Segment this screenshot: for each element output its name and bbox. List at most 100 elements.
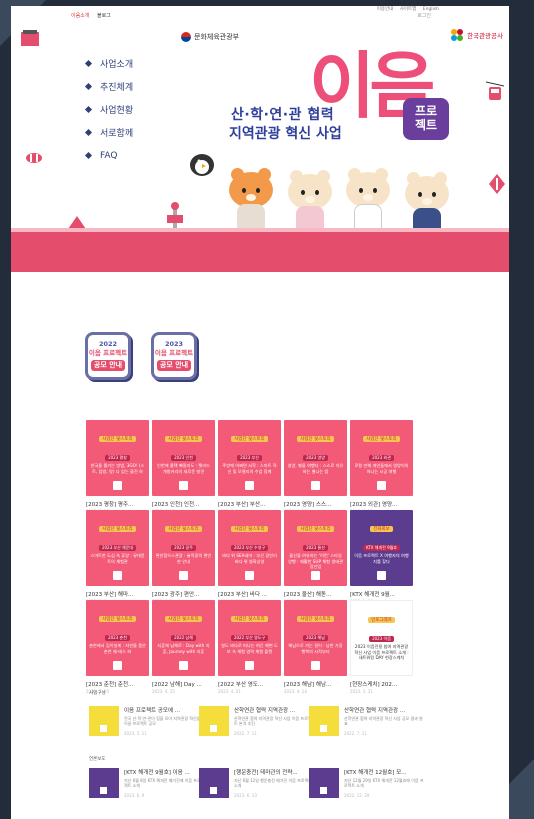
- promo-year: 2022: [98, 340, 118, 348]
- card-tag: 사업단 뒷스토리: [99, 616, 136, 622]
- login-link[interactable]: 로그인: [417, 12, 431, 19]
- card-date: 2023. 4. 25: [152, 689, 175, 694]
- story-card[interactable]: 사업단 뒷스토리 2023 광주 편안함으스관광 : 슐적광의 편안한 안내 […: [152, 510, 215, 604]
- card-year: 2023 영양: [303, 455, 328, 461]
- story-card[interactable]: 사업단 뒷스토리 2023 평창 한국을 즐기는 방법, 3GO! (스트, 탐…: [86, 420, 149, 514]
- news-item[interactable]: [KTX 해개전 12월호] 모... 지난 12월 29일 KTX 해개전 1…: [309, 768, 424, 798]
- nav-label: 추진체계: [100, 83, 134, 93]
- card-tag: 사업단 뒷스토리: [165, 526, 202, 532]
- card-title: [2023 춘천] 춘천...: [86, 682, 134, 688]
- story-card[interactable]: 사업단 뒷스토리 2023 춘천 춘천에서 김이실게 : 자연을 품은 춘천 쉐…: [86, 600, 149, 694]
- card-tag: 사업단 뒷스토리: [231, 616, 268, 622]
- story-card[interactable]: 사업단 뒷스토리 2023 외관 로컬 만해 개인들에서 영양이의 하나는 시공…: [350, 420, 413, 514]
- card-thumbnail: 사업단 뒷스토리 2023 광주 편안함으스관광 : 슐적광의 편안한 안내: [152, 510, 215, 586]
- story-card[interactable]: 전화회보 KTX 해개전 9월호 이음 프로젝트 X 여행자의 여행지를 찾다 …: [350, 510, 413, 604]
- lantern-icon: [489, 174, 505, 194]
- nav-item-about[interactable]: 사업소개: [84, 52, 133, 75]
- news-item[interactable]: 이음 프로젝트 공모에 ... 전국 산·학·연·관이 힘을 모아 지역관광 혁…: [89, 706, 204, 736]
- kto-logo[interactable]: 한국관광공사: [450, 28, 503, 42]
- nav-label: FAQ: [100, 150, 118, 161]
- card-square: [179, 661, 188, 670]
- card-title: [2022 부산 영도...: [218, 682, 264, 688]
- news-desc: 지난 6월 12일 행운충전 매거진 이음 프로젝트 소개: [234, 778, 312, 788]
- story-card[interactable]: 사업단 뒷스토리 2022 남해 지혼에 남해로 : Day with 지혼, …: [152, 600, 215, 694]
- card-desc: 해남으로 가는 걸어 : 남한 가장 행복의 시작부터: [288, 643, 343, 654]
- card-square: [113, 481, 122, 490]
- nav-item-faq[interactable]: FAQ: [84, 144, 133, 167]
- card-tag: 인포그래프: [368, 617, 395, 623]
- news-thumbnail: [309, 768, 339, 798]
- news-desc: 산학연관 협력 지역관광 혁신 사업 이음 프로젝트 본격 추진: [234, 716, 312, 726]
- card-thumbnail: 전화회보 KTX 해개전 9월호 이음 프로젝트 X 여행자의 여행지를 찾다: [350, 510, 413, 586]
- tiger-mascot: [229, 168, 273, 234]
- card-year: 2022 부산 영도구: [230, 635, 269, 641]
- news-item[interactable]: 산학연관 협력 지역관광 ... 산학연관 협력 지역관광 혁신 사업 공모 결…: [309, 706, 424, 736]
- project-badge: 프로 젝트: [403, 98, 449, 140]
- card-date: 2023. 3. 31: [350, 689, 373, 694]
- card-square: [113, 571, 122, 580]
- screenshot-frame: 이음소개 블로그 이용안내 사이트맵 English 로그인 문화체육관광부 한…: [0, 0, 534, 819]
- card-desc: 편안함으스관광 : 슐적광의 편안한 안내: [155, 553, 212, 564]
- card-title: [2023 울산] 해돋...: [284, 592, 332, 598]
- card-square: [245, 481, 254, 490]
- util-link[interactable]: 사이트맵: [400, 7, 417, 12]
- news-date: 2023. 5. 11: [124, 731, 147, 736]
- story-card[interactable]: 사업단 뒷스토리 2023 부산 주방에 어쩌면 서학 : 스마트 혁신 및 모…: [218, 420, 281, 514]
- promo-2022[interactable]: 2022 이음 프로젝트 공모 안내: [85, 332, 131, 380]
- news-text: [KTX 해개전 12월호] 모... 지난 12월 29일 KTX 해개전 1…: [344, 768, 424, 798]
- promo-name: 이음 프로젝트: [154, 349, 194, 357]
- news-item[interactable]: [행운충전] 테마관의 전략... 지난 6월 12일 행운충전 매거진 이음 …: [199, 768, 314, 798]
- ministry-logo[interactable]: 문화체육관광부: [181, 32, 239, 42]
- top-link-blog[interactable]: 블로그: [97, 13, 111, 19]
- card-tag: 사업단 뒷스토리: [165, 436, 202, 442]
- card-thumbnail: 사업단 뒷스토리 2023 부산 수영구 바다 위 SEA네마 : 부산 광안리…: [218, 510, 281, 586]
- card-square: [245, 571, 254, 580]
- news-desc: 전국 산·학·연·관이 힘을 모아 지역관광 혁신을 이끌 프로젝트 공모: [124, 716, 201, 726]
- news-title: [KTX 해개전 12월호] 모...: [344, 770, 407, 776]
- card-year: 2023 부산 수영구: [230, 545, 269, 551]
- news-title: 산학연관 협력 지역관광 ...: [344, 708, 406, 714]
- story-card[interactable]: 사업단 뒷스토리 2022 부산 영도구 영도 바다로 떠나는 여긴 해변 도보…: [218, 600, 281, 694]
- cable-car-icon: [486, 81, 504, 100]
- promo-2023[interactable]: 2023 이음 프로젝트 공모 안내: [151, 332, 197, 380]
- nav-item-system[interactable]: 추진체계: [84, 75, 134, 98]
- card-date: 2023. 4. 21: [218, 689, 241, 694]
- card-thumbnail: 사업단 뒷스토리 2023 평창 한국을 즐기는 방법, 3GO! (스트, 탐…: [86, 420, 149, 496]
- nav-item-together[interactable]: 서로함께: [84, 121, 133, 144]
- news-title: 이음 프로젝트 공모에 ...: [124, 708, 181, 714]
- news-item[interactable]: 산학연관 협력 지역관광 ... 산학연관 협력 지역관광 혁신 사업 이음 프…: [199, 706, 314, 736]
- story-card[interactable]: 사업단 뒷스토리 2023 부산 수영구 바다 위 SEA네마 : 부산 광안리…: [218, 510, 281, 604]
- promo-label: 공모 안내: [157, 360, 191, 371]
- top-link-about[interactable]: 이음소개: [71, 13, 89, 19]
- news-title: [KTX 해개전 9월호] 이음 ...: [124, 770, 190, 776]
- card-square: [179, 481, 188, 490]
- card-year: 2023 이음: [369, 636, 394, 642]
- story-card[interactable]: 사업단 뒷스토리 2023 인천 인천에 콜택 빠질지도 : 펫러드 개항커리의…: [152, 420, 215, 514]
- util-link[interactable]: 이용안내: [377, 7, 394, 12]
- hero-band: [11, 228, 509, 272]
- card-thumbnail: 사업단 뒷스토리 2022 남해 지혼에 남해로 : Day with 지혼, …: [152, 600, 215, 676]
- card-square: [377, 481, 386, 490]
- card-tag: 사업단 뒷스토리: [99, 526, 136, 532]
- card-year: 2023 부산 해운대: [98, 545, 137, 551]
- card-year: KTX 해개전 9월호: [363, 545, 400, 551]
- story-card[interactable]: 사업단 뒷스토리 2023 울산 울산을 여유하는 '이런' 스타일 양행 : …: [284, 510, 347, 604]
- news-date: 2022. 7. 11: [234, 731, 257, 736]
- candy-icon: [26, 153, 42, 163]
- bullet-icon: [84, 82, 93, 91]
- card-thumbnail: 사업단 뒷스토리 2023 춘천 춘천에서 김이실게 : 자연을 품은 춘천 쉐…: [86, 600, 149, 676]
- story-card[interactable]: 사업단 뒷스토리 2023 영양 영양, 별을 여행다 : 스스로 치유하는 별…: [284, 420, 347, 514]
- card-thumbnail: 사업단 뒷스토리 2023 부산 주방에 어쩌면 서학 : 스마트 혁신 및 모…: [218, 420, 281, 496]
- card-thumbnail: 사업단 뒷스토리 2023 인천 인천에 콜택 빠질지도 : 펫러드 개항커리의…: [152, 420, 215, 496]
- card-desc: 지혼에 남해로 : Day with 지혼, Journey with 지혼: [157, 643, 210, 654]
- story-card[interactable]: 사업단 뒷스토리 2023 부산 해운대 스마트한 도심 속 휴양 : 뮤대윤트…: [86, 510, 149, 604]
- card-desc: 바다 위 SEA네마 : 부산 광안리 바다 위 영화상영: [222, 553, 277, 564]
- kto-name: 한국관광공사: [467, 32, 503, 40]
- story-card[interactable]: 사업단 뒷스토리 2023 해남 해남으로 가는 걸어 : 남한 가장 행복의 …: [284, 600, 347, 694]
- news-item[interactable]: [KTX 해개전 9월호] 이음 ... 지난 6월 8일 KTX 해개전 매거…: [89, 768, 204, 798]
- story-card[interactable]: 인포그래프 2023 이음 2023 이음전용 참여 지역관광 혁신 사업 이음…: [350, 600, 413, 694]
- bullet-icon: [84, 59, 93, 68]
- nav-item-status[interactable]: 사업현황: [84, 98, 133, 121]
- card-tag: 사업단 뒷스토리: [363, 436, 400, 442]
- news-date: 2022. 7. 11: [344, 731, 367, 736]
